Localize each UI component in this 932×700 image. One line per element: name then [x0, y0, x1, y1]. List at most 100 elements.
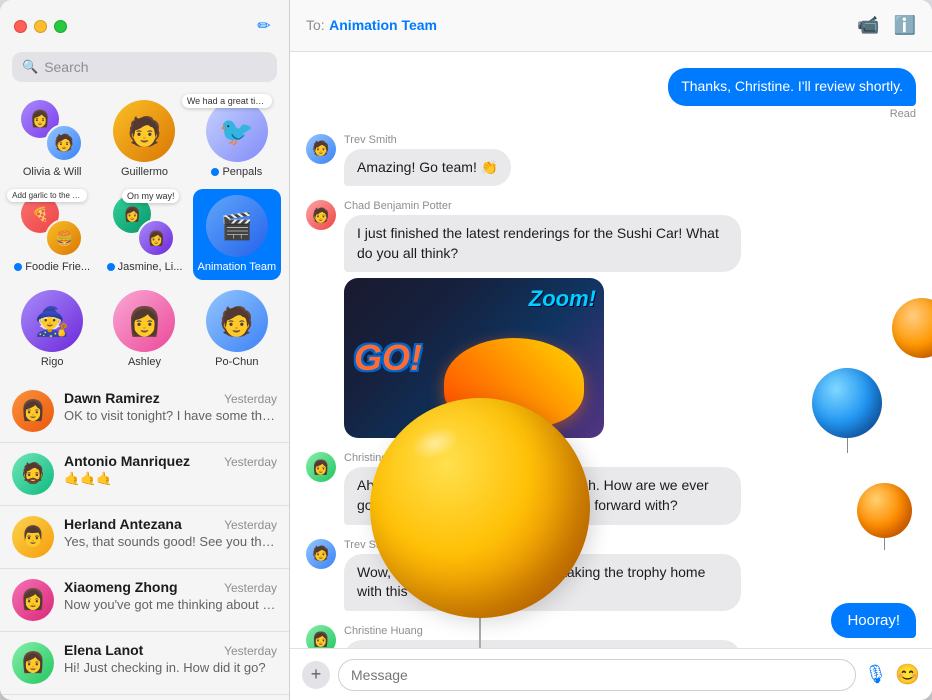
msg-sent-1: Thanks, Christine. I'll review shortly. … [306, 68, 916, 120]
convo-preview-elena: Hi! Just checking in. How did it go? [64, 660, 277, 675]
convo-name-elena: Elena Lanot [64, 642, 143, 658]
sushi-visual [444, 338, 584, 428]
fullscreen-button[interactable] [54, 20, 67, 33]
pinned-name-foodie: Foodie Frie... [14, 261, 90, 274]
pinned-name-penpals: Penpals [211, 166, 262, 179]
avatar-trev-2: 🧑 [306, 539, 336, 569]
convo-name-herland: Herland Antezana [64, 516, 182, 532]
audio-button[interactable]: 🎙 [864, 664, 887, 685]
pinned-item-olivia-will[interactable]: 👩 🧑 Olivia & Will [8, 94, 96, 185]
avatar-elena: 👩 [12, 642, 54, 684]
convo-content-dawn: Dawn Ramirez Yesterday OK to visit tonig… [64, 390, 277, 424]
convo-item-elena[interactable]: 👩 Elena Lanot Yesterday Hi! Just checkin… [0, 632, 289, 695]
jasmine-badge: On my way! [122, 189, 180, 203]
close-button[interactable] [14, 20, 27, 33]
convo-time-herland: Yesterday [224, 518, 277, 532]
message-input[interactable] [338, 659, 856, 691]
blue-dot-penpals [211, 168, 219, 176]
sidebar: ✏ 🔍 Search 👩 🧑 Olivia & Will [0, 0, 290, 700]
chat-main: To: Animation Team 📹 ℹ️ Thanks, Christin… [290, 0, 932, 700]
avatar-xiaomeng: 👩 [12, 579, 54, 621]
avatar-dawn: 👩 [12, 390, 54, 432]
app-window: ✏ 🔍 Search 👩 🧑 Olivia & Will [0, 0, 932, 700]
pinned-name-pochun: Po-Chun [215, 356, 258, 369]
messages-area: Thanks, Christine. I'll review shortly. … [290, 52, 932, 648]
convo-item-xiaomeng[interactable]: 👩 Xiaomeng Zhong Yesterday Now you've go… [0, 569, 289, 632]
pinned-item-guillermo[interactable]: 🧑 Guillermo [100, 94, 188, 185]
sender-chad-1: Chad Benjamin Potter [344, 200, 741, 212]
msg-chad-1: 🧑 Chad Benjamin Potter I just finished t… [306, 200, 916, 438]
foodie-badge: Add garlic to the butter, and then... [7, 189, 87, 202]
sender-christine-1: Christine Huang [344, 452, 741, 464]
compose-button[interactable]: ✏ [253, 15, 275, 37]
pinned-contacts-section: 👩 🧑 Olivia & Will 🧑 Guillermo 🐦 We had a… [0, 90, 289, 284]
search-icon: 🔍 [22, 59, 38, 75]
minimize-button[interactable] [34, 20, 47, 33]
chat-header-icons: 📹 ℹ️ [857, 15, 916, 36]
blue-dot-jasmine [107, 263, 115, 271]
pinned-name-olivia-will: Olivia & Will [23, 166, 82, 179]
bubble-christine-1: Ah, it looks amazing, Chad! It so much. … [344, 467, 741, 524]
add-button[interactable]: + [302, 661, 330, 689]
convo-item-dawn[interactable]: 👩 Dawn Ramirez Yesterday OK to visit ton… [0, 380, 289, 443]
avatar-christine-1: 👩 [306, 452, 336, 482]
bubble-chad-1: I just finished the latest renderings fo… [344, 215, 741, 272]
penpals-badge: We had a great time. Home with... [182, 94, 272, 108]
avatar-herland: 👨 [12, 516, 54, 558]
pinned-name-animation: Animation Team [197, 261, 276, 274]
convo-preview-xiaomeng: Now you've got me thinking about my next… [64, 597, 277, 612]
convo-item-herland[interactable]: 👨 Herland Antezana Yesterday Yes, that s… [0, 506, 289, 569]
sender-trev-2: Trev Smith [344, 539, 741, 551]
zoom-sticker: Zoom! [529, 286, 596, 312]
pinned-item-foodie[interactable]: 🍕 🍔 Add garlic to the butter, and then..… [8, 189, 96, 280]
info-icon[interactable]: ℹ️ [894, 15, 916, 36]
avatar-antonio: 🧔 [12, 453, 54, 495]
chat-header: To: Animation Team 📹 ℹ️ [290, 0, 932, 52]
convo-preview-dawn: OK to visit tonight? I have some things … [64, 408, 277, 424]
pinned-item-penpals[interactable]: 🐦 We had a great time. Home with... Penp… [193, 94, 281, 185]
pinned-item-animation[interactable]: 🎬 Animation Team [193, 189, 281, 280]
convo-time-dawn: Yesterday [224, 392, 277, 406]
msg-christine-2: 👩 Christine Huang Do you want to review … [306, 625, 916, 648]
conversation-list: 👩 Dawn Ramirez Yesterday OK to visit ton… [0, 380, 289, 700]
blue-dot-foodie [14, 263, 22, 271]
chat-input-bar: + 🎙 😊 [290, 648, 932, 700]
convo-name-xiaomeng: Xiaomeng Zhong [64, 579, 178, 595]
pinned-item-pochun[interactable]: 🧑 Po-Chun [193, 284, 281, 375]
pinned-name-jasmine: Jasmine, Li... [107, 261, 183, 274]
search-placeholder: Search [44, 59, 88, 75]
convo-content-xiaomeng: Xiaomeng Zhong Yesterday Now you've got … [64, 579, 277, 612]
chat-group-name: Animation Team [329, 17, 437, 33]
pinned-item-ashley[interactable]: 👩 Ashley [100, 284, 188, 375]
bubble-trev-1: Amazing! Go team! 👏 [344, 149, 511, 187]
video-call-icon[interactable]: 📹 [857, 15, 879, 36]
title-bar: ✏ [0, 0, 289, 52]
pinned-name-ashley: Ashley [128, 356, 161, 369]
sender-trev-1: Trev Smith [344, 134, 511, 146]
convo-preview-herland: Yes, that sounds good! See you then. [64, 534, 277, 549]
convo-time-antonio: Yesterday [224, 455, 277, 469]
convo-time-xiaomeng: Yesterday [224, 581, 277, 595]
chat-to-label: To: Animation Team [306, 17, 437, 35]
sender-christine-2: Christine Huang [344, 625, 741, 637]
convo-time-elena: Yesterday [224, 644, 277, 658]
search-bar[interactable]: 🔍 Search [12, 52, 277, 82]
pinned-name-guillermo: Guillermo [121, 166, 168, 179]
convo-item-antonio[interactable]: 🧔 Antonio Manriquez Yesterday 🤙🤙🤙 [0, 443, 289, 506]
emoji-button[interactable]: 😊 [895, 662, 920, 687]
pinned-name-rigo: Rigo [41, 356, 64, 369]
go-sticker: GO! [354, 337, 422, 379]
pinned-item-jasmine[interactable]: 👩 👩 On my way! Jasmine, Li... [100, 189, 188, 280]
bubble-trev-2: Wow, Chad! I can really envision taking … [344, 554, 741, 611]
convo-content-antonio: Antonio Manriquez Yesterday 🤙🤙🤙 [64, 453, 277, 487]
msg-trev-1: 🧑 Trev Smith Amazing! Go team! 👏 [306, 134, 916, 187]
msg-trev-2: 🧑 Trev Smith Wow, Chad! I can really env… [306, 539, 916, 611]
convo-name-antonio: Antonio Manriquez [64, 453, 190, 469]
traffic-lights [14, 20, 67, 33]
pinned-item-rigo[interactable]: 🧙 Rigo [8, 284, 96, 375]
pinned-row2-section: 🧙 Rigo 👩 Ashley 🧑 Po-Chun [0, 284, 289, 379]
avatar-trev: 🧑 [306, 134, 336, 164]
read-label: Read [890, 108, 916, 120]
avatar-chad: 🧑 [306, 200, 336, 230]
bubble-christine-2: Do you want to review all the renders to… [344, 640, 741, 648]
